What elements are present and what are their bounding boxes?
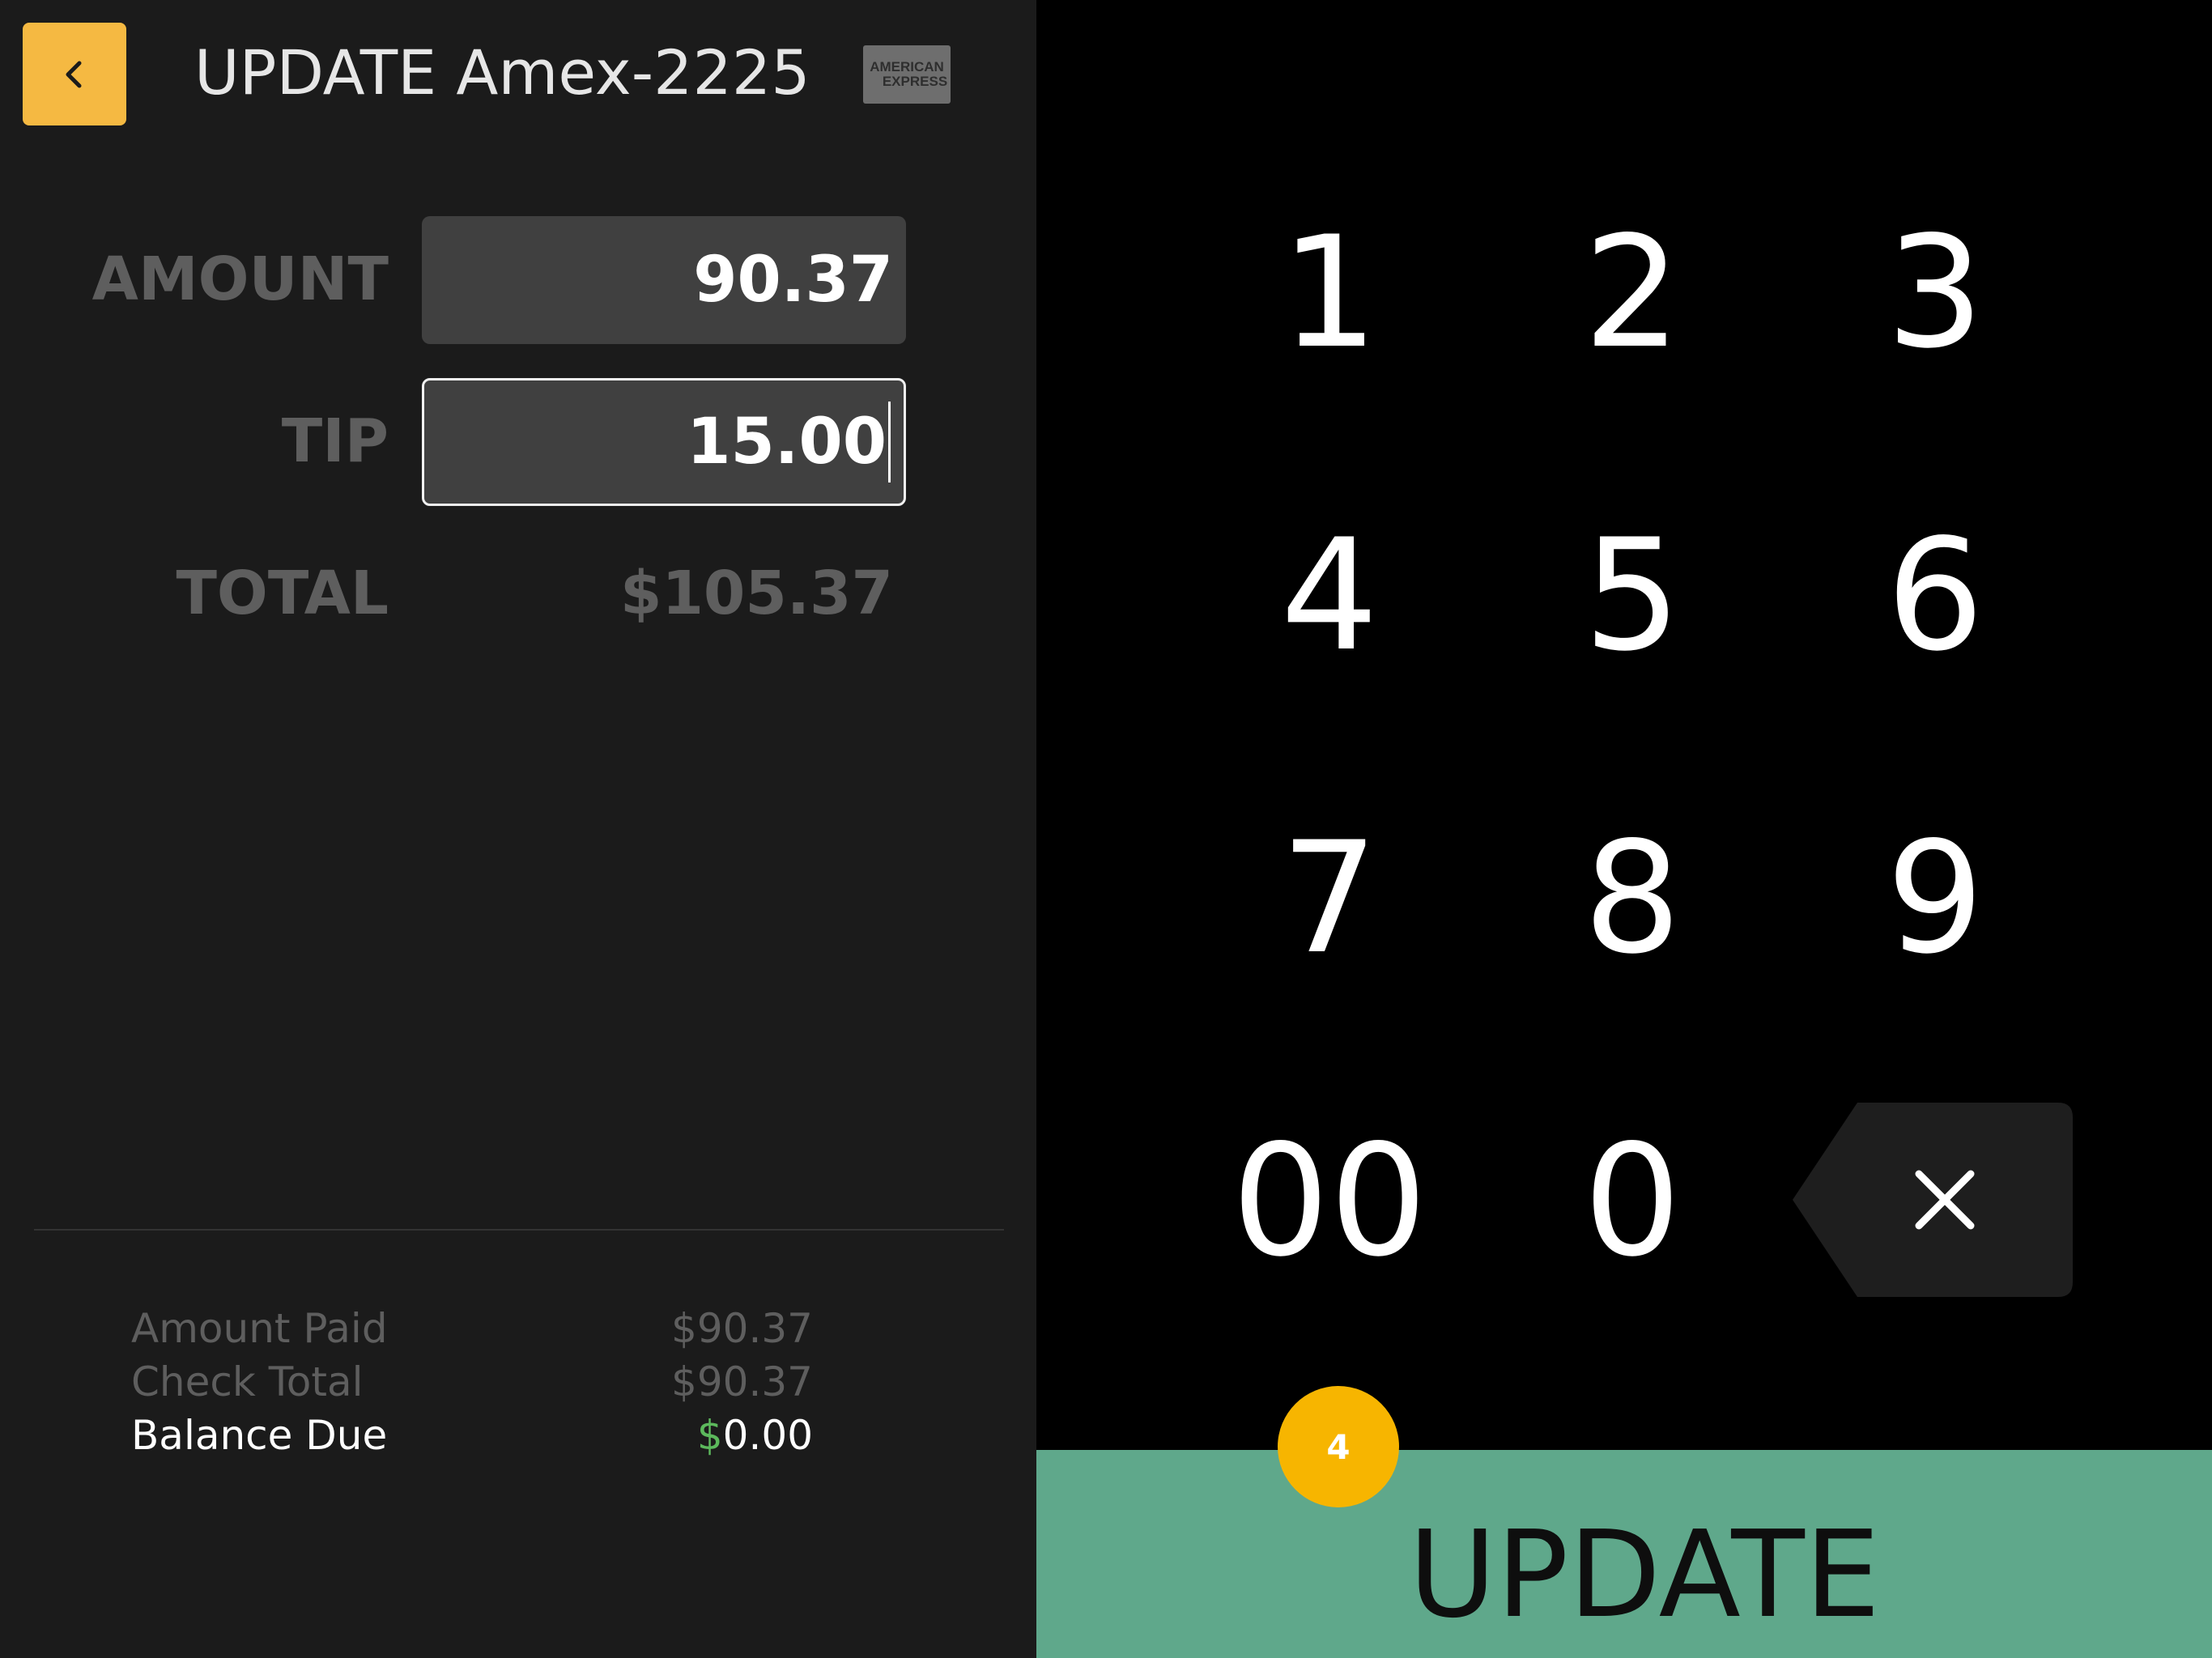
keypad-panel: 1 2 3 4 5 6 7 8 9 00 0 UPDATE 4	[1036, 0, 2212, 1658]
amex-logo: AMERICAN EXPRESS	[863, 45, 951, 104]
amex-logo-line2: EXPRESS	[882, 74, 948, 89]
amount-value: 90.37	[693, 244, 893, 317]
backspace-icon	[1793, 1103, 2073, 1297]
key-0[interactable]: 0	[1519, 1096, 1746, 1307]
step-badge: 4	[1278, 1386, 1399, 1507]
key-9[interactable]: 9	[1822, 793, 2048, 1004]
balance-due-label: Balance Due	[131, 1412, 388, 1459]
update-button[interactable]: UPDATE	[1036, 1450, 2212, 1658]
text-caret	[888, 402, 891, 483]
amount-field[interactable]: 90.37	[422, 216, 906, 344]
key-00[interactable]: 00	[1216, 1096, 1443, 1307]
key-2[interactable]: 2	[1519, 188, 1746, 398]
payment-panel: UPDATE Amex-2225 AMERICAN EXPRESS AMOUNT…	[0, 0, 1036, 1658]
check-total-value: $90.37	[671, 1358, 813, 1405]
amount-paid-label: Amount Paid	[131, 1305, 388, 1352]
balance-due-currency: $	[696, 1412, 723, 1459]
total-value: $105.37	[619, 559, 893, 628]
key-7[interactable]: 7	[1216, 793, 1443, 1004]
total-label: TOTAL	[176, 559, 389, 628]
key-5[interactable]: 5	[1519, 491, 1746, 701]
backspace-button[interactable]	[1793, 1103, 2073, 1297]
key-8[interactable]: 8	[1519, 793, 1746, 1004]
balance-due-amount: 0.00	[722, 1412, 813, 1459]
chevron-left-icon	[66, 61, 82, 87]
divider	[34, 1229, 1004, 1231]
back-button[interactable]	[23, 23, 126, 125]
update-button-label: UPDATE	[1408, 1504, 1881, 1644]
key-6[interactable]: 6	[1822, 491, 2048, 701]
balance-due-value: $0.00	[697, 1409, 813, 1462]
key-3[interactable]: 3	[1822, 188, 2048, 398]
key-1[interactable]: 1	[1216, 188, 1443, 398]
amount-label: AMOUNT	[91, 244, 389, 314]
page-title: UPDATE Amex-2225	[194, 36, 810, 108]
amex-logo-line1: AMERICAN	[870, 59, 944, 74]
amount-paid-value: $90.37	[671, 1305, 813, 1352]
tip-field[interactable]: 15.00	[422, 378, 906, 506]
tip-label: TIP	[281, 406, 389, 476]
tip-value: 15.00	[687, 406, 887, 478]
check-total-label: Check Total	[131, 1358, 364, 1405]
key-4[interactable]: 4	[1216, 491, 1443, 701]
